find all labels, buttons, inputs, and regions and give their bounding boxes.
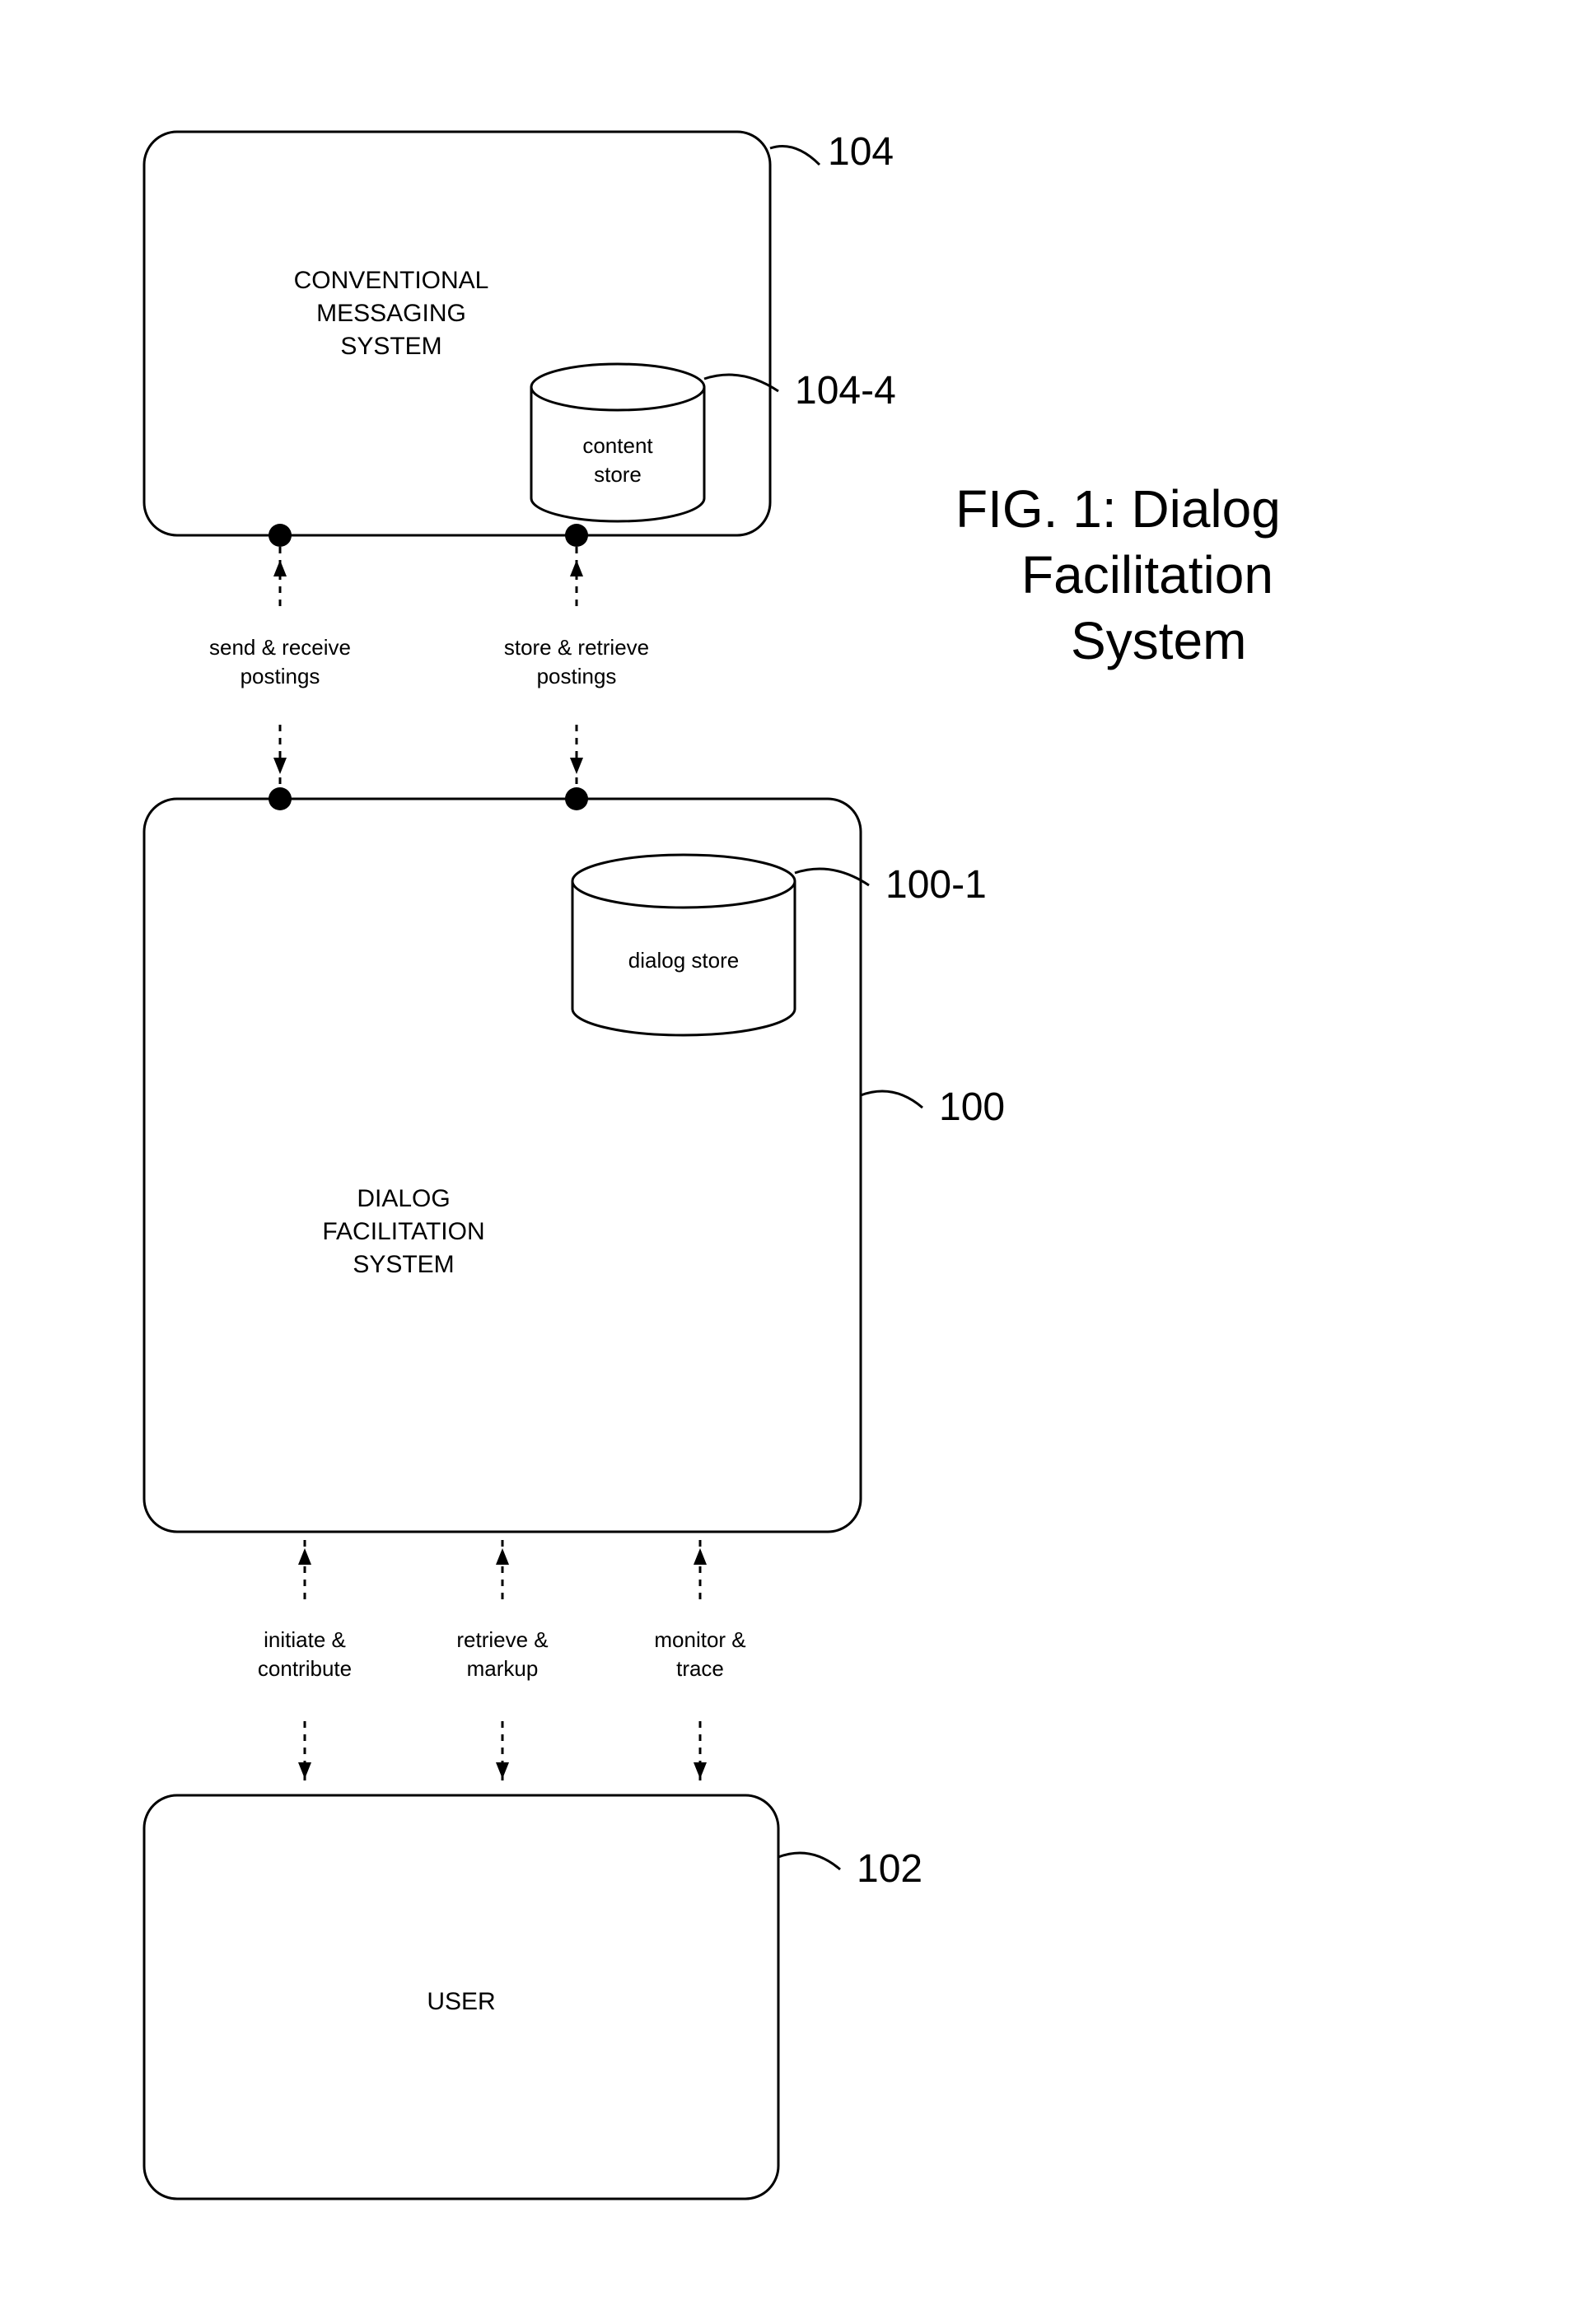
content-store-label-2: store [594,462,642,487]
ref-label-100-1: 100-1 [885,863,987,907]
figure-title-line2: Facilitation [1021,545,1273,604]
dialog-store-cylinder [572,855,795,1035]
edge-retrieve-label-2: markup [467,1656,539,1681]
content-store-label-1: content [582,433,653,458]
port-top-right [565,524,588,547]
edge-monitor-label-1: monitor & [654,1627,745,1652]
edge-monitor-label-2: trace [676,1656,724,1681]
ref-leader-100-1 [795,869,869,885]
conventional-messaging-system-label-3: SYSTEM [340,333,441,360]
dialog-facilitation-system-box [144,799,861,1532]
edge-send-receive-label-2: postings [241,664,320,688]
ref-label-102: 102 [857,1847,922,1891]
figure-title-line3: System [1071,611,1246,670]
conventional-messaging-system-box [144,132,770,535]
ref-leader-104-4 [704,375,778,391]
dialog-facilitation-system-label-3: SYSTEM [353,1251,454,1278]
dialog-facilitation-diagram: FIG. 1: Dialog Facilitation System CONVE… [0,0,1574,2324]
ref-leader-100 [861,1091,922,1108]
user-label: USER [427,1988,495,2015]
edge-retrieve-label-1: retrieve & [456,1627,548,1652]
edge-initiate-label-2: contribute [258,1656,352,1681]
ref-leader-104 [770,147,820,166]
dialog-store-label: dialog store [628,948,739,973]
edge-initiate-label-1: initiate & [264,1627,346,1652]
edge-send-receive-label-1: send & receive [209,635,351,660]
port-top-left [269,524,292,547]
edge-store-retrieve-label-2: postings [537,664,617,688]
conventional-messaging-system-label-2: MESSAGING [316,300,466,327]
conventional-messaging-system-label-1: CONVENTIONAL [294,267,489,294]
ref-label-104-4: 104-4 [795,369,896,413]
ref-leader-102 [778,1853,840,1869]
figure-title-line1: FIG. 1: Dialog [955,479,1281,539]
edge-store-retrieve-label-1: store & retrieve [504,635,649,660]
ref-label-100: 100 [939,1085,1005,1129]
ref-label-104: 104 [828,130,894,174]
dialog-facilitation-system-label-2: FACILITATION [322,1218,484,1245]
dialog-facilitation-system-label-1: DIALOG [357,1185,450,1212]
